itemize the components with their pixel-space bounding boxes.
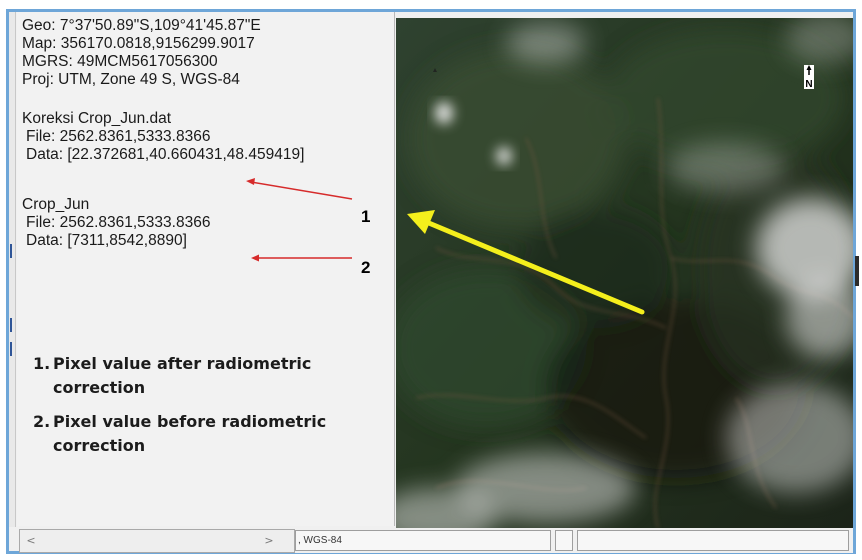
annotation-label-1: 1 — [361, 207, 371, 226]
scroll-left-button[interactable]: < — [22, 532, 40, 550]
legend-number: 1. — [33, 354, 51, 373]
edge-marker — [10, 318, 12, 332]
annotation-arrowhead-2 — [251, 254, 259, 262]
annotation-arrowhead-1 — [246, 178, 255, 185]
horizontal-scrollbar[interactable]: < > — [19, 529, 295, 553]
north-label: N — [805, 79, 812, 90]
satellite-image-view[interactable]: N — [396, 18, 853, 528]
status-cell-3 — [577, 530, 849, 551]
legend-number: 2. — [33, 412, 51, 431]
panel-resize-handle[interactable] — [855, 256, 859, 286]
legend-text: Pixel value after radiometric correction — [53, 354, 312, 397]
north-arrow: N — [804, 65, 814, 90]
cursor-info-panel: Geo: 7°37'50.89"S,109°41'45.87"E Map: 35… — [17, 12, 395, 526]
legend-text: Pixel value before radiometric correctio… — [53, 412, 327, 455]
annotation-arrows — [246, 178, 353, 262]
status-bar: , WGS-84 — [295, 529, 853, 553]
annotation-arrow-1 — [250, 181, 353, 200]
edge-marker — [10, 244, 12, 258]
annotation-label-2: 2 — [361, 258, 371, 277]
edge-marker — [10, 342, 12, 356]
scroll-right-button[interactable]: > — [260, 532, 278, 550]
status-projection: , WGS-84 — [295, 530, 551, 551]
left-edge-strip — [9, 12, 16, 527]
cursor-value-window: Geo: 7°37'50.89"S,109°41'45.87"E Map: 35… — [6, 9, 859, 554]
status-cell-2 — [555, 530, 573, 551]
